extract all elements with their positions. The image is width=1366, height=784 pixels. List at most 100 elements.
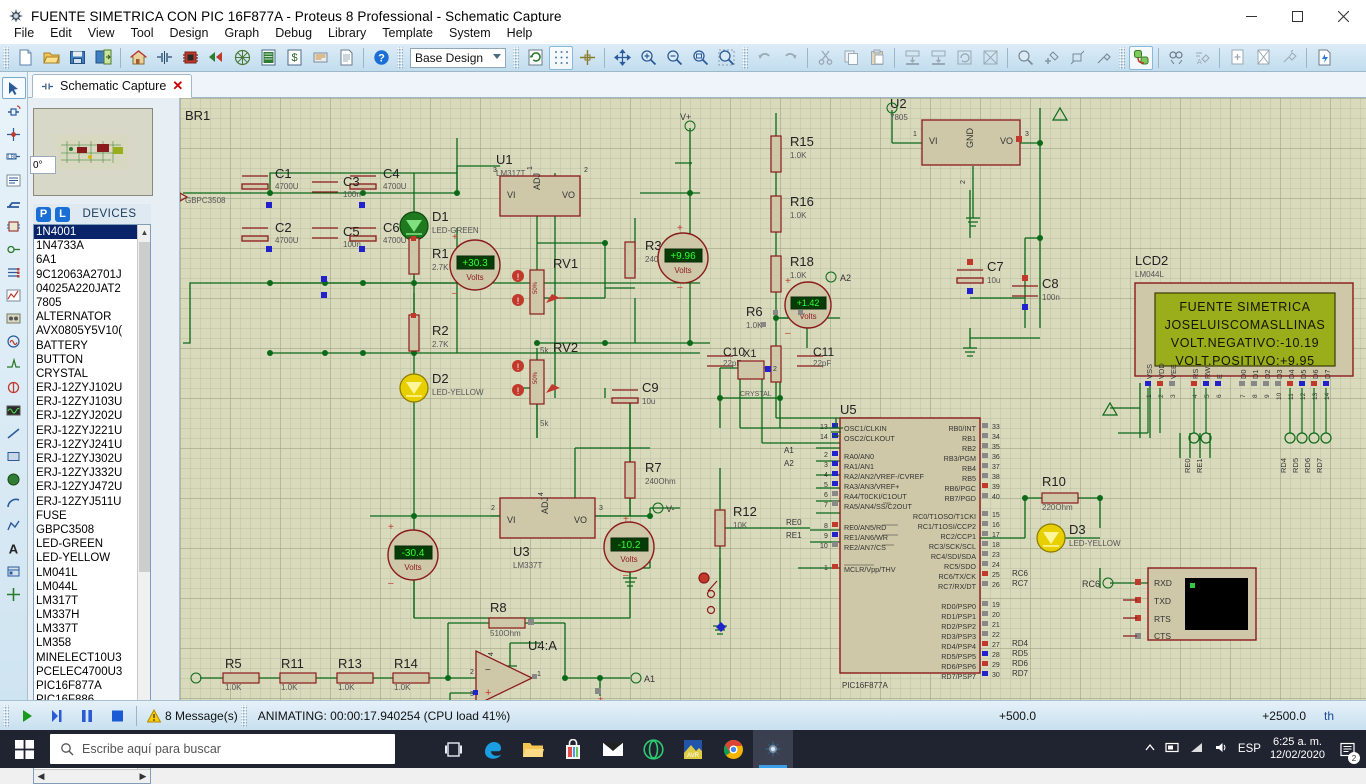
packaging-tool-icon[interactable]	[1065, 46, 1089, 70]
list-item[interactable]: FUSE	[34, 509, 137, 523]
menu-tool[interactable]: Tool	[123, 24, 162, 42]
wifi-icon[interactable]	[1189, 741, 1205, 757]
proteus-taskbar-icon[interactable]	[753, 730, 793, 768]
list-item[interactable]: ALTERNATOR	[34, 310, 137, 324]
tab-schematic-capture[interactable]: Schematic Capture ✕	[32, 74, 192, 98]
close-icon[interactable]: ✕	[172, 78, 183, 94]
menu-view[interactable]: View	[80, 24, 123, 42]
chrome-icon[interactable]	[713, 730, 753, 768]
redo-icon[interactable]	[778, 46, 802, 70]
menu-design[interactable]: Design	[162, 24, 217, 42]
list-item[interactable]: AVX0805Y5V10(	[34, 324, 137, 338]
design-combo[interactable]: Base Design	[410, 48, 506, 68]
list-item[interactable]: LED-YELLOW	[34, 551, 137, 565]
generator-mode-icon[interactable]	[2, 330, 26, 352]
pcb-icon[interactable]	[178, 46, 202, 70]
document-icon[interactable]	[334, 46, 358, 70]
list-item[interactable]: ERJ-12ZYJ302U	[34, 452, 137, 466]
zoom-out-icon[interactable]	[662, 46, 686, 70]
toolbar-grip-2[interactable]	[397, 47, 403, 69]
simbar-grip-2[interactable]	[241, 705, 247, 727]
zoom-all-icon[interactable]	[688, 46, 712, 70]
help-icon[interactable]: ?	[369, 46, 393, 70]
box-tool-icon[interactable]	[2, 445, 26, 467]
list-item[interactable]: LM041L	[34, 566, 137, 580]
list-item[interactable]: GBPC3508	[34, 523, 137, 537]
toolbar-grip-4[interactable]	[742, 47, 748, 69]
copy-icon[interactable]	[839, 46, 863, 70]
cut-icon[interactable]	[813, 46, 837, 70]
exit-sheet-icon[interactable]	[1277, 46, 1301, 70]
save-icon[interactable]	[65, 46, 89, 70]
language-indicator[interactable]: ESP	[1238, 743, 1261, 755]
menu-library[interactable]: Library	[320, 24, 374, 42]
scroll-left-icon[interactable]: ◀	[34, 770, 48, 783]
list-item[interactable]: 9C12063A2701J	[34, 268, 137, 282]
menu-system[interactable]: System	[441, 24, 499, 42]
home-icon[interactable]	[126, 46, 150, 70]
overview-panel[interactable]	[33, 108, 153, 196]
list-item[interactable]: 7805	[34, 296, 137, 310]
text-tool-icon[interactable]: A	[2, 537, 26, 559]
list-item[interactable]: PIC16F877A	[34, 679, 137, 693]
real-time-annotate-icon[interactable]	[1129, 46, 1153, 70]
list-item[interactable]: 6A1	[34, 253, 137, 267]
remove-sheet-icon[interactable]	[1251, 46, 1275, 70]
circle-tool-icon[interactable]	[2, 468, 26, 490]
menu-file[interactable]: File	[6, 24, 42, 42]
make-device-icon[interactable]	[1039, 46, 1063, 70]
property-assign-icon[interactable]: A	[1190, 46, 1214, 70]
list-item[interactable]: ERJ-12ZYJ511U	[34, 495, 137, 509]
netlist-icon[interactable]	[230, 46, 254, 70]
task-view-icon[interactable]	[433, 730, 473, 768]
list-item[interactable]: PCELEC4700U3	[34, 665, 137, 679]
list-item[interactable]: ERJ-12ZYJ221U	[34, 424, 137, 438]
current-probe-icon[interactable]	[2, 376, 26, 398]
graph-mode-icon[interactable]	[2, 284, 26, 306]
zoom-in-icon[interactable]	[636, 46, 660, 70]
undo-icon[interactable]	[752, 46, 776, 70]
terminals-mode-icon[interactable]	[2, 238, 26, 260]
list-item[interactable]: 04025A220JAT2	[34, 282, 137, 296]
menu-graph[interactable]: Graph	[216, 24, 267, 42]
bus-mode-icon[interactable]	[2, 192, 26, 214]
list-item[interactable]: LM317T	[34, 594, 137, 608]
devices-horizontal-scrollbar[interactable]: ◀ ▶	[34, 769, 150, 783]
tape-recorder-icon[interactable]	[2, 307, 26, 329]
symbol-tool-icon[interactable]	[2, 560, 26, 582]
block-delete-icon[interactable]	[978, 46, 1002, 70]
pick-device-badge[interactable]: P	[36, 207, 51, 222]
schematic-icon[interactable]	[152, 46, 176, 70]
block-move-icon[interactable]	[926, 46, 950, 70]
start-icon[interactable]	[0, 730, 48, 768]
mail-icon[interactable]	[593, 730, 633, 768]
refresh-icon[interactable]	[523, 46, 547, 70]
list-item[interactable]: BUTTON	[34, 353, 137, 367]
scroll-right-icon[interactable]: ▶	[136, 770, 150, 783]
scroll-up-icon[interactable]: ▲	[138, 225, 151, 240]
search-tag-icon[interactable]	[1164, 46, 1188, 70]
junction-dot-icon[interactable]	[2, 123, 26, 145]
list-item[interactable]: ERJ-12ZYJ332U	[34, 466, 137, 480]
path-tool-icon[interactable]	[2, 514, 26, 536]
step-icon[interactable]	[44, 704, 70, 728]
origin-icon[interactable]	[575, 46, 599, 70]
device-pins-icon[interactable]	[2, 261, 26, 283]
wire-label-icon[interactable]: LBL	[2, 146, 26, 168]
component-mode-icon[interactable]	[2, 100, 26, 122]
text-script-icon[interactable]	[2, 169, 26, 191]
pick-device-icon[interactable]	[1013, 46, 1037, 70]
line-tool-icon[interactable]	[2, 422, 26, 444]
pan-icon[interactable]	[610, 46, 634, 70]
grid-toggle-icon[interactable]	[549, 46, 573, 70]
schematic-canvas[interactable]: BR1 GBPC3508	[180, 98, 1366, 700]
block-copy-icon[interactable]	[900, 46, 924, 70]
list-item[interactable]: LM358	[34, 636, 137, 650]
decompose-icon[interactable]	[1091, 46, 1115, 70]
save-exit-icon[interactable]	[91, 46, 115, 70]
show-hidden-icon[interactable]	[1144, 742, 1156, 757]
battery-icon[interactable]	[1165, 741, 1180, 757]
list-item[interactable]: LM337T	[34, 622, 137, 636]
voltage-probe-icon[interactable]	[2, 353, 26, 375]
list-item[interactable]: LED-GREEN	[34, 537, 137, 551]
